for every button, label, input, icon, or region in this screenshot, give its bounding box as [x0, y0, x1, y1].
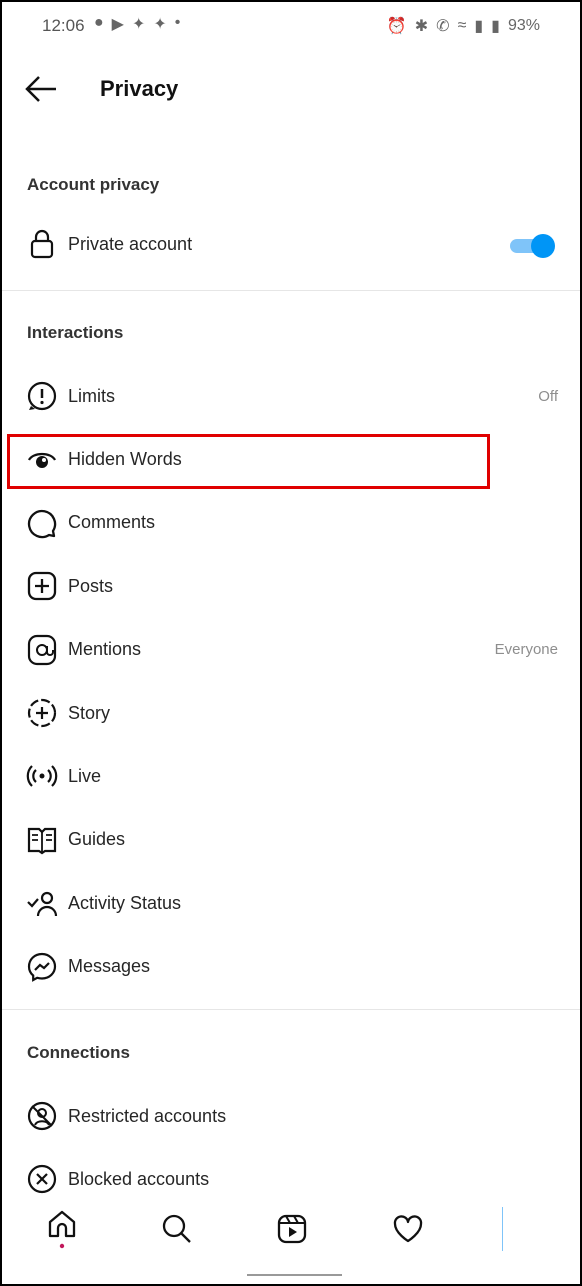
battery-icon: ▮: [491, 18, 500, 35]
mentions-value: Everyone: [494, 641, 558, 659]
youtube-icon: ▶: [111, 16, 124, 33]
private-account-row[interactable]: Private account: [2, 216, 580, 272]
home-icon[interactable]: [42, 1207, 82, 1251]
back-arrow-icon[interactable]: [24, 72, 58, 106]
page-title: Privacy: [100, 76, 179, 101]
status-time: 12:06: [42, 16, 85, 35]
activity-status-row[interactable]: Activity Status: [2, 875, 580, 931]
comment-bubble-icon: [26, 507, 58, 539]
section-heading-connections: Connections: [27, 1043, 130, 1062]
reels-icon[interactable]: [272, 1207, 312, 1251]
story-plus-icon: [26, 697, 58, 729]
blocked-accounts-label: Blocked accounts: [68, 1168, 210, 1189]
twitter-icon: ✦: [131, 16, 146, 33]
restricted-accounts-row[interactable]: Restricted accounts: [2, 1088, 580, 1144]
live-label: Live: [68, 765, 102, 786]
comments-row[interactable]: Comments: [2, 495, 580, 551]
limits-value: Off: [538, 387, 558, 405]
battery-percent: 93%: [507, 17, 540, 34]
bottom-navigation: [2, 1207, 580, 1257]
search-icon[interactable]: [157, 1207, 197, 1251]
section-heading-account-privacy: Account privacy: [27, 175, 160, 194]
blocked-icon: [26, 1163, 58, 1195]
mentions-label: Mentions: [68, 639, 142, 660]
section-heading-interactions: Interactions: [27, 323, 124, 342]
blocked-accounts-row[interactable]: Blocked accounts: [2, 1151, 580, 1207]
private-account-toggle[interactable]: [508, 233, 556, 258]
system-icons: ⏰ ✱ ✆ ≈ ▮ ▮ 93%: [387, 16, 540, 36]
divider: [2, 290, 580, 291]
gesture-bar[interactable]: [247, 1274, 342, 1276]
mentions-row[interactable]: Mentions Everyone: [2, 622, 580, 678]
guides-label: Guides: [68, 829, 126, 850]
activity-status-label: Activity Status: [68, 892, 182, 913]
limits-alert-icon: [26, 380, 58, 412]
messages-label: Messages: [68, 956, 151, 977]
guides-row[interactable]: Guides: [2, 812, 580, 868]
guide-book-icon: [26, 824, 58, 856]
bluetooth-icon: ✱: [414, 18, 429, 35]
swiggy-icon: ●: [94, 14, 104, 31]
restricted-icon: [26, 1100, 58, 1132]
heart-icon[interactable]: [388, 1207, 428, 1251]
live-row[interactable]: Live: [2, 748, 580, 804]
notification-icons: ● ▶ ✦ ✦ •: [94, 14, 180, 34]
at-icon: [26, 634, 58, 666]
more-dot-icon: •: [174, 14, 181, 31]
story-label: Story: [68, 702, 111, 723]
plus-square-icon: [26, 570, 58, 602]
private-account-label: Private account: [68, 233, 193, 254]
lock-icon: [26, 228, 58, 260]
activity-status-icon: [26, 887, 58, 919]
posts-label: Posts: [68, 575, 114, 596]
limits-row[interactable]: Limits Off: [2, 368, 580, 424]
profile-tab[interactable]: [482, 1207, 522, 1251]
limits-label: Limits: [68, 385, 116, 406]
messages-row[interactable]: Messages: [2, 939, 580, 995]
highlight-box: [7, 434, 490, 489]
alarm-icon: ⏰: [386, 18, 407, 35]
wifi-icon: ≈: [457, 17, 467, 34]
twitter-icon: ✦: [153, 16, 167, 33]
signal-icon: ▮: [474, 18, 484, 35]
divider: [2, 1009, 580, 1010]
restricted-accounts-label: Restricted accounts: [68, 1105, 227, 1126]
comments-label: Comments: [68, 512, 156, 533]
live-broadcast-icon: [26, 760, 58, 792]
story-row[interactable]: Story: [2, 685, 580, 741]
messenger-icon: [26, 951, 58, 983]
call-icon: ✆: [436, 18, 450, 35]
posts-row[interactable]: Posts: [2, 558, 580, 614]
